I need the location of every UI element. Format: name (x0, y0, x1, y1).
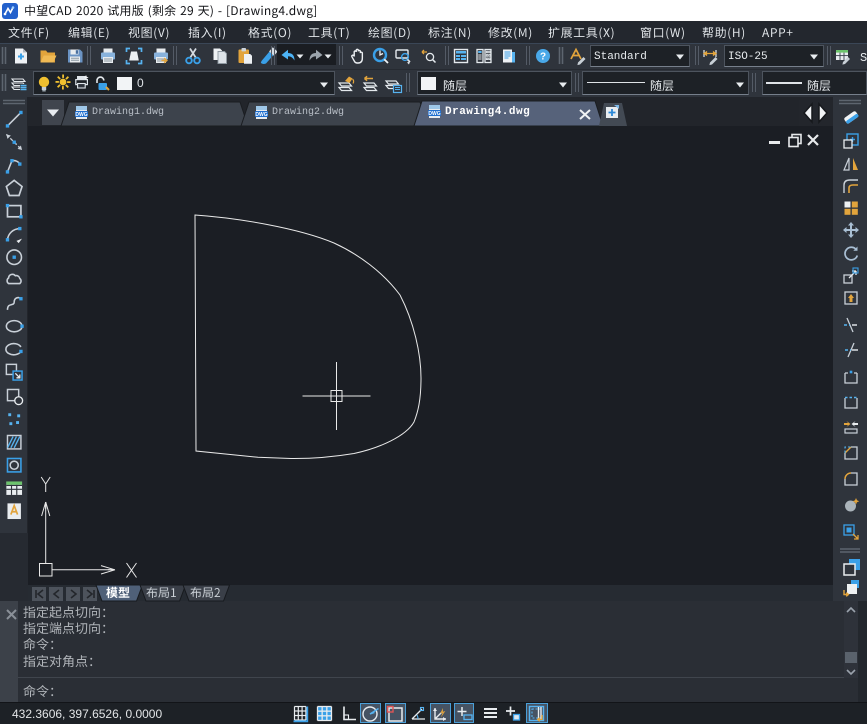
svg-text:DWG: DWG (428, 111, 440, 117)
svg-text:?: ? (540, 52, 546, 63)
svg-text:DWG: DWG (255, 112, 267, 118)
svg-text:DWG: DWG (75, 112, 87, 118)
